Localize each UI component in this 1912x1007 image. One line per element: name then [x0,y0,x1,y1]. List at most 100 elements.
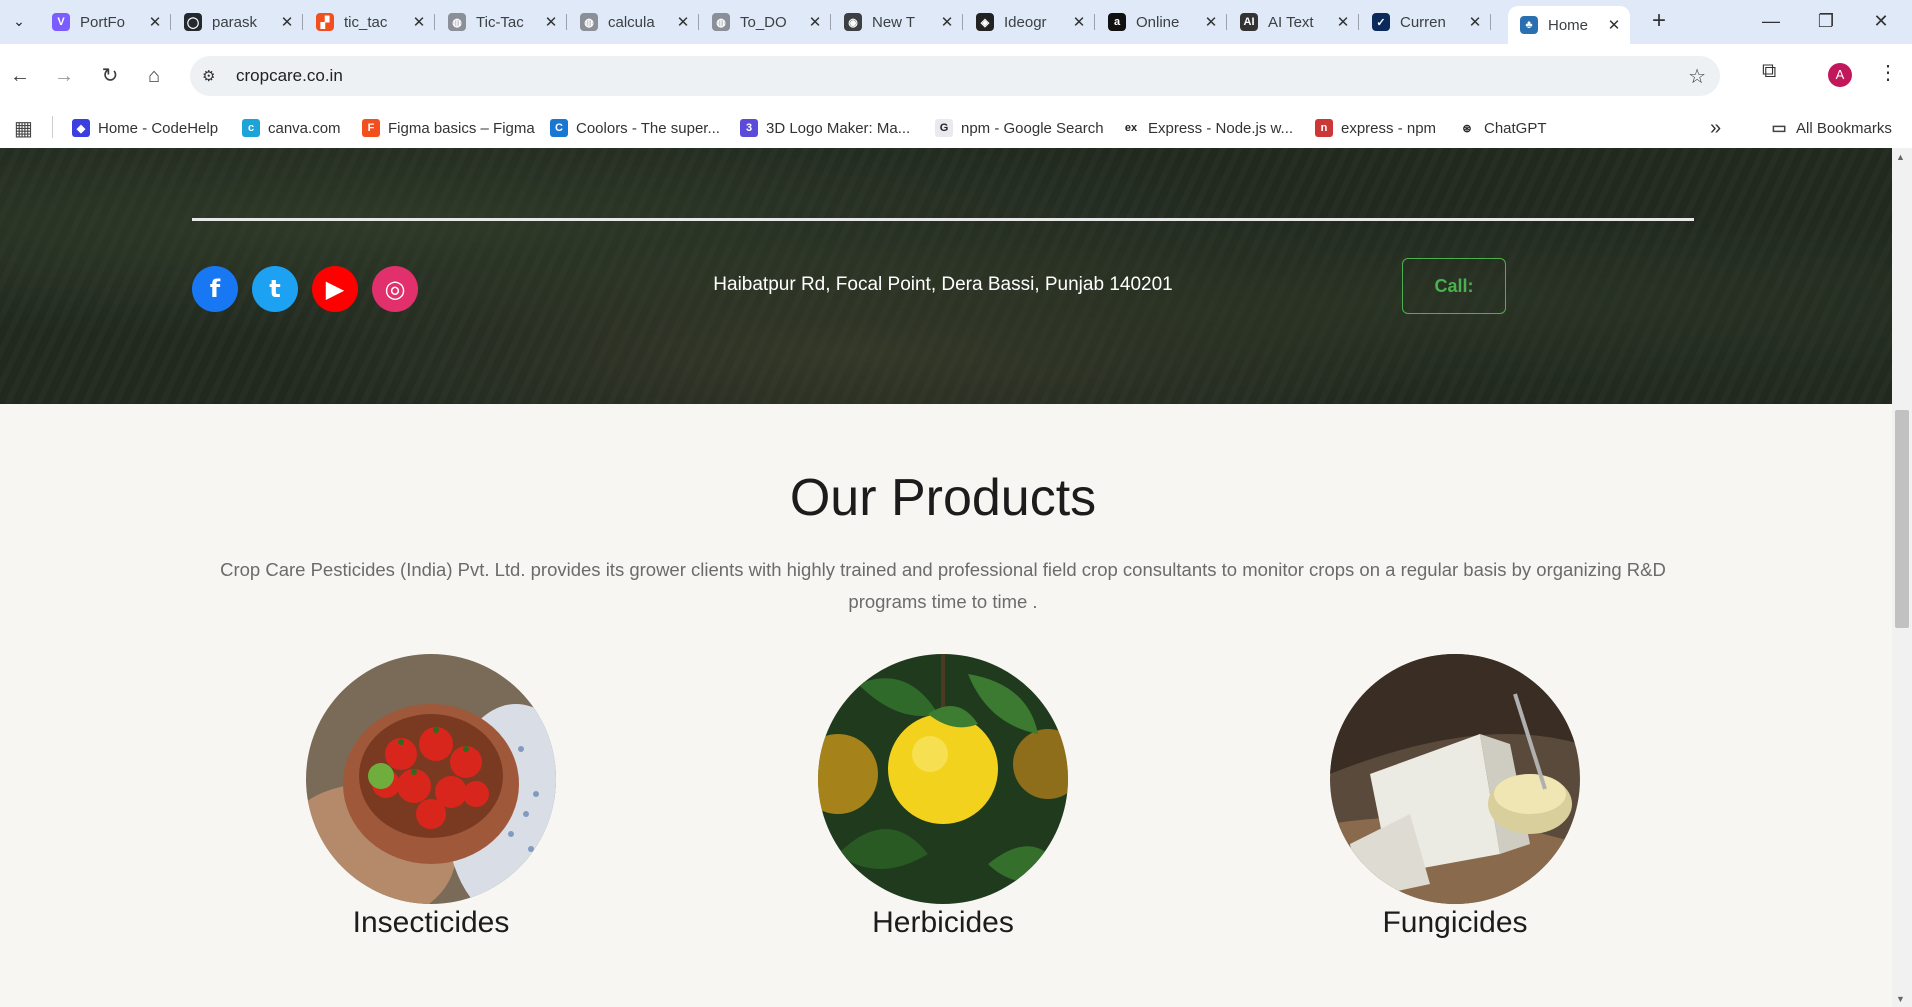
tab-title: PortFo [80,13,126,31]
close-tab-icon[interactable]: ✕ [673,13,693,31]
close-tab-icon[interactable]: ✕ [937,13,957,31]
tab-3[interactable]: ◍ Tic-Tac ✕ [436,6,567,38]
close-tab-icon[interactable]: ✕ [805,13,825,31]
scrollbar-thumb[interactable] [1895,410,1909,628]
bookmark-item[interactable]: c canva.com [242,118,341,138]
bookmark-label: ChatGPT [1484,119,1547,137]
apps-button[interactable]: ▦ [14,117,33,140]
home-button[interactable]: ⌂ [138,60,170,92]
tab-separator [830,14,831,30]
product-name[interactable]: Fungicides [1310,906,1600,940]
product-card-herbicides[interactable]: Herbicides [798,654,1088,940]
close-tab-icon[interactable]: ✕ [1201,13,1221,31]
tab-separator [698,14,699,30]
tab-8[interactable]: a Online ✕ [1096,6,1227,38]
youtube-icon[interactable]: ▶ [312,266,358,312]
url-text[interactable]: cropcare.co.in [236,66,343,86]
product-card-insecticides[interactable]: Insecticides [286,654,576,940]
bookmark-favicon-icon: ex [1122,119,1140,137]
facebook-glyph: f [209,275,221,303]
close-tab-icon[interactable]: ✕ [1465,13,1485,31]
profile-avatar[interactable]: A [1828,63,1852,87]
forward-button[interactable]: → [48,60,80,92]
product-name[interactable]: Herbicides [798,906,1088,940]
site-info-icon[interactable]: ⚙ [202,67,224,85]
more-bookmarks-button[interactable]: » [1710,117,1721,139]
close-tab-icon[interactable]: ✕ [1069,13,1089,31]
menu-kebab-icon[interactable]: ⋮ [1878,60,1898,85]
bookmark-label: Home - CodeHelp [98,119,219,137]
tab-separator [962,14,963,30]
bookmark-item[interactable]: 3 3D Logo Maker: Ma... [740,118,910,138]
bookmark-item[interactable]: n express - npm [1315,118,1436,138]
tab-5[interactable]: ◍ To_DO ✕ [700,6,831,38]
close-tab-icon[interactable]: ✕ [1604,16,1624,34]
tab-0[interactable]: V PortFo ✕ [40,6,171,38]
scroll-up-icon[interactable]: ▲ [1896,152,1905,162]
tab-7[interactable]: ◈ Ideogr ✕ [964,6,1095,38]
call-button[interactable]: Call: [1402,258,1506,314]
scroll-down-icon[interactable]: ▼ [1896,994,1905,1004]
tab-separator [1094,14,1095,30]
home-icon: ⌂ [147,65,161,87]
close-tab-icon[interactable]: ✕ [277,13,297,31]
tab-10[interactable]: ✓ Curren ✕ [1360,6,1491,38]
tab-9[interactable]: AI AI Text ✕ [1228,6,1359,38]
instagram-icon[interactable]: ◎ [372,266,418,312]
bookmark-favicon-icon: c [242,119,260,137]
bookmark-favicon-icon: n [1315,119,1333,137]
close-tab-icon[interactable]: ✕ [541,13,561,31]
minimize-button[interactable]: — [1746,6,1796,36]
close-tab-icon[interactable]: ✕ [1333,13,1353,31]
product-name[interactable]: Insecticides [286,906,576,940]
instagram-glyph: ◎ [384,275,406,303]
bookmark-item[interactable]: ◆ Home - CodeHelp [72,118,218,138]
close-window-button[interactable]: ✕ [1856,6,1906,36]
globe-icon: ◍ [712,13,730,31]
tab-search-button[interactable]: ⌄ [6,8,32,34]
tomato-bowl-image [306,654,556,904]
bookmark-item[interactable]: C Coolors - The super... [550,118,720,138]
restore-button[interactable]: ❐ [1801,6,1851,36]
amazon-icon: a [1108,13,1126,31]
tab-11[interactable]: ♣ Home ✕ [1508,6,1630,44]
back-button[interactable]: ← [4,60,36,92]
address-bar[interactable]: ⚙ cropcare.co.in ☆ [190,56,1720,96]
bookmark-favicon-icon: 3 [740,119,758,137]
extensions-icon[interactable]: ⧉ [1762,60,1776,83]
apps-grid-icon: ▦ [14,117,33,140]
reload-button[interactable]: ↻ [94,60,126,92]
tab-1[interactable]: ◯ parask ✕ [172,6,303,38]
tab-4[interactable]: ◍ calcula ✕ [568,6,699,38]
bookmark-item[interactable]: ex Express - Node.js w... [1122,118,1293,138]
bookmark-item[interactable]: F Figma basics – Figma [362,118,535,138]
all-bookmarks-button[interactable]: ▭ All Bookmarks [1770,118,1891,138]
twitter-icon[interactable]: t [252,266,298,312]
tab-6[interactable]: ◉ New T ✕ [832,6,963,38]
close-tab-icon[interactable]: ✕ [145,13,165,31]
bookmark-item[interactable]: Gnpm - Google Search [935,118,1104,138]
bookmark-favicon-icon: ◆ [72,119,90,137]
new-tab-button[interactable]: + [1645,8,1673,36]
product-card-fungicides[interactable]: Fungicides [1310,654,1600,940]
tab-strip: ⌄ V PortFo ✕ ◯ parask ✕ ▞ tic_tac ✕ ◍ Tic-Tac ✕ ◍ cal… [0,0,1912,44]
page-viewport: f t ▶ ◎ Haibatpur Rd, Focal Point, Dera Bas… [0,148,1892,1007]
arrow-left-icon: ← [10,65,30,87]
reload-icon: ↻ [101,65,119,87]
chart-app-icon: ✓ [1372,13,1390,31]
bookmark-star-icon[interactable]: ☆ [1688,64,1706,89]
tab-2[interactable]: ▞ tic_tac ✕ [304,6,435,38]
globe-icon: ◍ [580,13,598,31]
bookmark-label: express - npm [1341,119,1437,137]
tab-separator [434,14,435,30]
youtube-glyph: ▶ [325,275,345,303]
close-tab-icon[interactable]: ✕ [409,13,429,31]
bookmark-item[interactable]: ⊛ ChatGPT [1458,118,1547,138]
tab-title: tic_tac [344,13,388,31]
bookmark-label: Figma basics – Figma [388,119,535,137]
plus-icon: + [1651,7,1666,34]
figma-doc-icon: ▞ [316,13,334,31]
globe-icon: ◍ [448,13,466,31]
facebook-icon[interactable]: f [192,266,238,312]
tab-separator [1490,14,1491,30]
